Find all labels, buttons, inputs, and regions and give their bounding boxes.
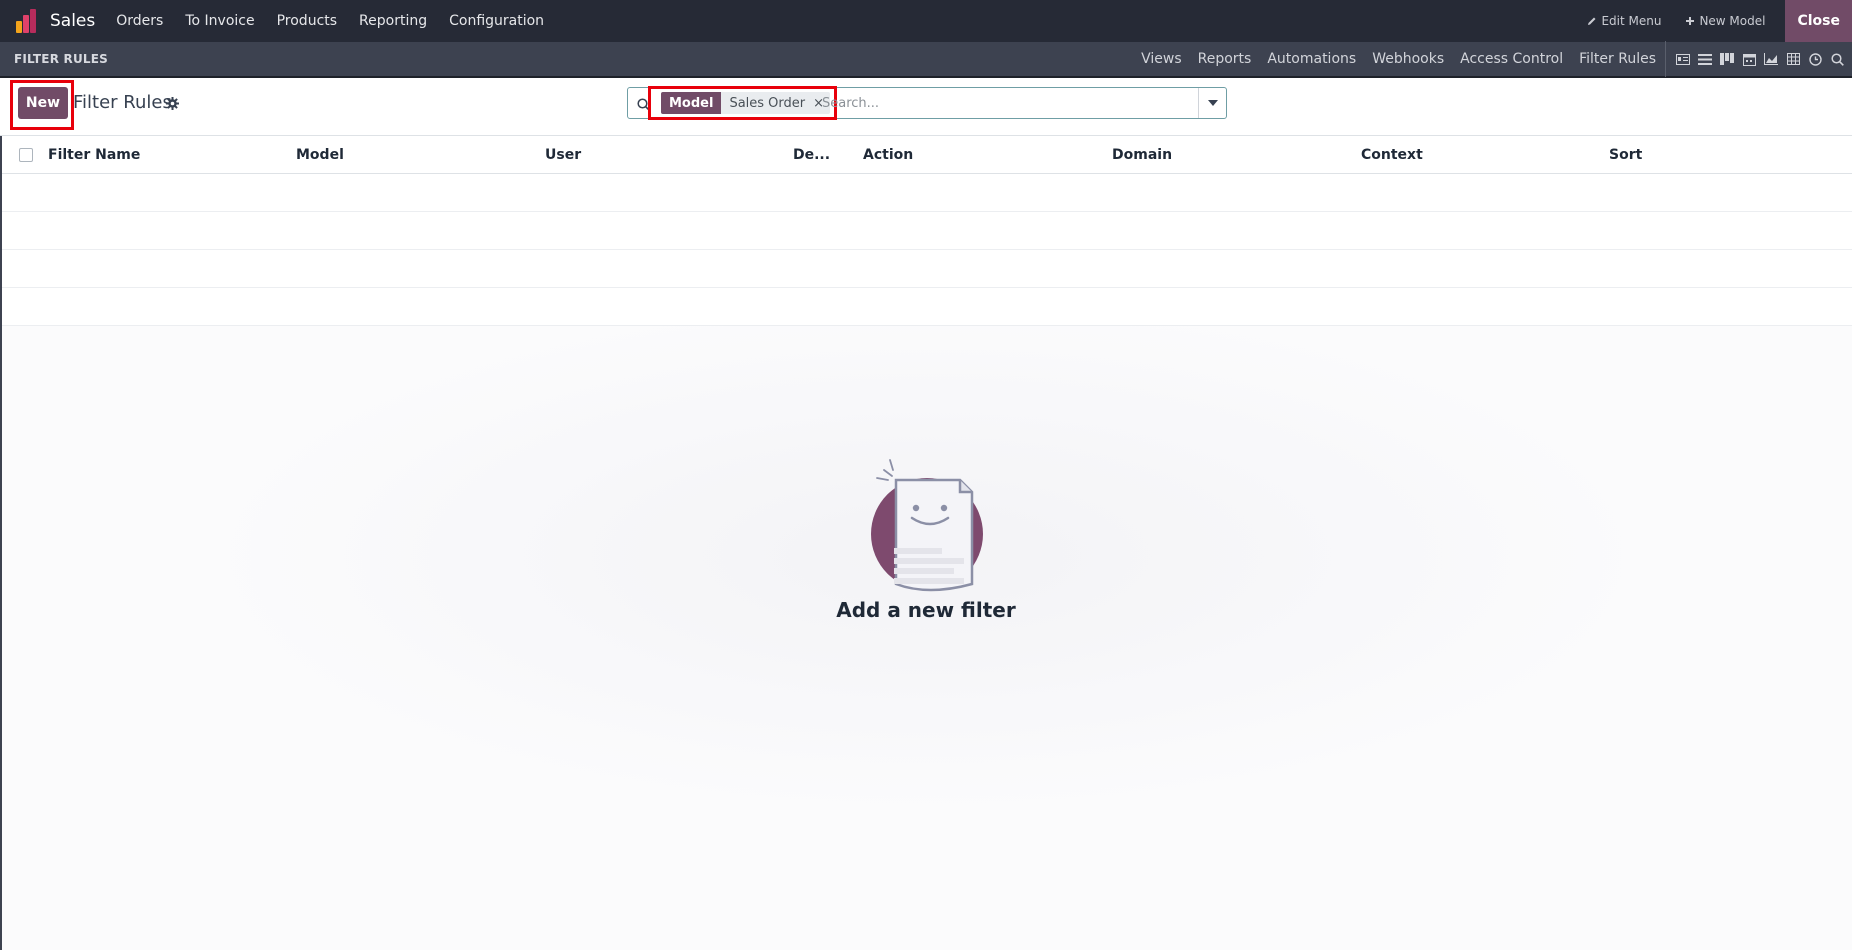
app-name[interactable]: Sales (50, 11, 95, 31)
column-context[interactable]: Context (1361, 147, 1423, 163)
studio-actions: Edit Menu New Model Close (1575, 0, 1852, 42)
caret-down-icon (1207, 100, 1218, 106)
column-action[interactable]: Action (863, 147, 913, 163)
studio-link-access-control[interactable]: Access Control (1452, 51, 1571, 67)
facet-highlight (648, 86, 837, 120)
top-navbar: Sales Orders To Invoice Products Reporti… (0, 0, 1852, 42)
table-row (2, 212, 1852, 250)
pencil-icon (1588, 17, 1596, 25)
search-input[interactable] (822, 92, 1192, 114)
list-header: Filter Name Model User De... Action Doma… (2, 137, 1852, 174)
studio-link-webhooks[interactable]: Webhooks (1364, 51, 1452, 67)
new-button-highlight (10, 80, 74, 130)
graph-view-icon[interactable] (1760, 47, 1782, 71)
menu-configuration[interactable]: Configuration (438, 13, 555, 29)
pivot-view-icon[interactable] (1782, 47, 1804, 71)
gear-icon[interactable] (166, 95, 179, 114)
studio-title: FILTER RULES (14, 52, 108, 66)
studio-link-filter-rules[interactable]: Filter Rules (1571, 51, 1664, 67)
studio-bar: FILTER RULES Views Reports Automations W… (0, 41, 1852, 78)
plus-icon (1686, 17, 1695, 25)
edit-menu-button[interactable]: Edit Menu (1575, 14, 1673, 28)
studio-link-views[interactable]: Views (1133, 51, 1190, 67)
column-domain[interactable]: Domain (1112, 147, 1172, 163)
menu-orders[interactable]: Orders (105, 13, 174, 29)
select-all-checkbox[interactable] (19, 148, 33, 162)
studio-link-automations[interactable]: Automations (1259, 51, 1364, 67)
search-options-toggle[interactable] (1198, 88, 1226, 118)
form-view-icon[interactable] (1672, 47, 1694, 71)
column-sort[interactable]: Sort (1609, 147, 1642, 163)
studio-links: Views Reports Automations Webhooks Acces… (1133, 51, 1664, 67)
calendar-view-icon[interactable] (1738, 47, 1760, 71)
column-user[interactable]: User (545, 147, 581, 163)
table-row (2, 288, 1852, 326)
list-view-icon[interactable] (1694, 47, 1716, 71)
kanban-view-icon[interactable] (1716, 47, 1738, 71)
close-studio-button[interactable]: Close (1785, 0, 1852, 42)
studio-link-reports[interactable]: Reports (1190, 51, 1260, 67)
new-model-button[interactable]: New Model (1673, 14, 1777, 28)
view-type-icons (1665, 41, 1848, 77)
table-row (2, 250, 1852, 288)
new-model-label: New Model (1699, 14, 1766, 28)
column-filter-name[interactable]: Filter Name (48, 147, 140, 163)
page-title: Filter Rules (73, 92, 172, 113)
menu-reporting[interactable]: Reporting (348, 13, 438, 29)
edit-menu-label: Edit Menu (1601, 14, 1662, 28)
top-menu: Orders To Invoice Products Reporting Con… (105, 13, 555, 29)
empty-state-title: Add a new filter (836, 598, 1016, 622)
menu-products[interactable]: Products (266, 13, 348, 29)
empty-state-background (2, 326, 1852, 950)
sales-app-icon[interactable] (16, 9, 40, 33)
table-row (2, 174, 1852, 212)
column-model[interactable]: Model (296, 147, 344, 163)
empty-document-illustration-icon (868, 456, 988, 596)
menu-to-invoice[interactable]: To Invoice (174, 13, 265, 29)
search-view-icon[interactable] (1826, 47, 1848, 71)
column-default[interactable]: De... (793, 147, 830, 163)
activity-view-icon[interactable] (1804, 47, 1826, 71)
